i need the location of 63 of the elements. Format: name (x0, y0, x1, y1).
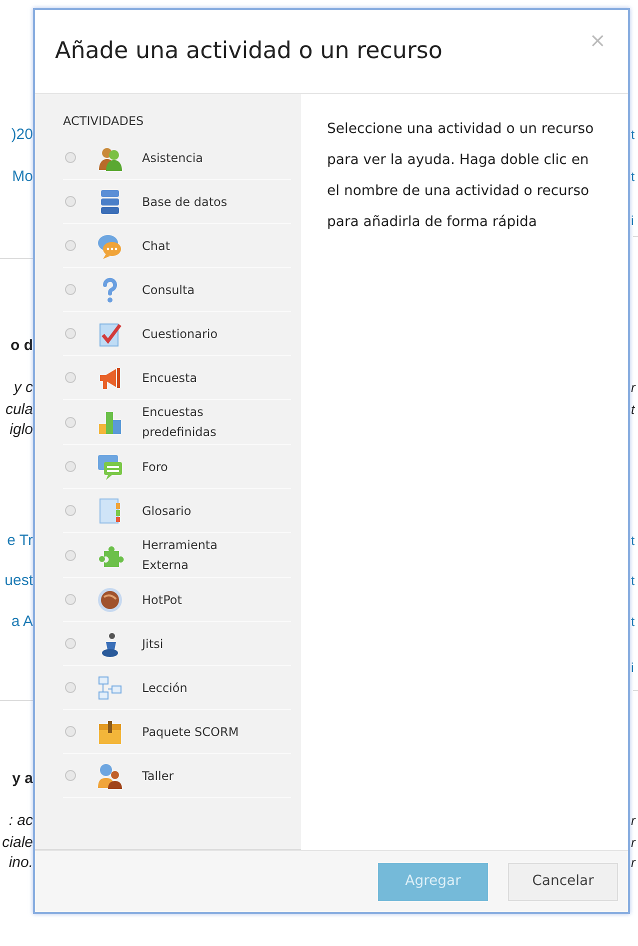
text-fragment: r (631, 834, 636, 852)
radio-button[interactable] (65, 505, 76, 516)
text-fragment: r (631, 379, 636, 397)
radio-button[interactable] (65, 240, 76, 251)
section-heading: ACTIVIDADES (63, 113, 145, 130)
text-fragment: r (631, 854, 636, 872)
people-icon (96, 762, 124, 790)
activity-option[interactable]: Herramienta Externa (142, 535, 232, 575)
activity-option[interactable]: Consulta (142, 280, 195, 300)
link-fragment[interactable]: t (631, 168, 635, 186)
activity-option[interactable]: Taller (142, 766, 174, 786)
link-fragment[interactable]: i (631, 659, 634, 677)
forum-icon (96, 452, 124, 480)
radio-button[interactable] (65, 196, 76, 207)
link-fragment[interactable]: e Tr (7, 532, 33, 550)
pot-icon (96, 586, 124, 614)
activity-option[interactable]: Paquete SCORM (142, 722, 239, 742)
heading-fragment: y a (12, 770, 33, 788)
activity-option[interactable]: Encuestas predefinidas (142, 402, 232, 442)
radio-button[interactable] (65, 284, 76, 295)
radio-button[interactable] (65, 770, 76, 781)
activity-option[interactable]: Encuesta (142, 368, 198, 388)
link-fragment[interactable]: i (631, 212, 634, 230)
link-fragment[interactable]: t (631, 572, 635, 590)
radio-button[interactable] (65, 152, 76, 163)
activity-option[interactable]: Base de datos (142, 192, 228, 212)
dialog-title: Añade una actividad o un recurso (55, 38, 442, 66)
link-fragment[interactable]: Mo (12, 168, 33, 186)
activity-option[interactable]: Foro (142, 456, 168, 476)
link-fragment[interactable]: t (631, 613, 635, 631)
link-fragment[interactable]: uest (4, 572, 33, 590)
text-fragment: : ac (8, 812, 33, 830)
help-text: Seleccione una actividad o un recurso para ver la ayuda. Haga doble clic en el nombre de una actividad o recurso para añadirla de forma rápida (327, 120, 595, 232)
text-fragment: ino. (8, 854, 33, 872)
cancel-button[interactable]: Cancelar (508, 862, 618, 900)
text-fragment: r (631, 812, 636, 830)
activity-option[interactable]: Lección (142, 678, 188, 698)
text-fragment: cula (5, 401, 33, 419)
radio-button[interactable] (65, 638, 76, 649)
activity-option[interactable]: Asistencia (142, 148, 204, 168)
link-fragment[interactable]: )20 (11, 126, 33, 144)
text-fragment: y c (14, 379, 33, 397)
link-fragment[interactable]: a A (11, 613, 33, 631)
heading-fragment: o d (10, 337, 33, 355)
text-fragment: iglo (10, 421, 33, 439)
activity-option[interactable]: Cuestionario (142, 324, 218, 344)
activity-option[interactable]: Glosario (142, 500, 192, 520)
text-fragment: ciale (2, 834, 33, 852)
activity-option[interactable]: HotPot (142, 590, 182, 610)
link-fragment[interactable]: t (631, 126, 635, 144)
radio-button[interactable] (65, 682, 76, 693)
radio-button[interactable] (65, 328, 76, 339)
link-fragment[interactable]: t (631, 532, 635, 550)
radio-button[interactable] (65, 594, 76, 605)
activity-option[interactable]: Chat (142, 236, 170, 256)
activity-option[interactable]: Jitsi (142, 634, 164, 654)
radio-button[interactable] (65, 461, 76, 472)
radio-button[interactable] (65, 416, 76, 428)
flowchart-icon (96, 674, 124, 702)
radio-button[interactable] (65, 372, 76, 383)
radio-button[interactable] (65, 550, 76, 560)
text-fragment: t (631, 401, 635, 419)
radio-button[interactable] (65, 726, 76, 737)
